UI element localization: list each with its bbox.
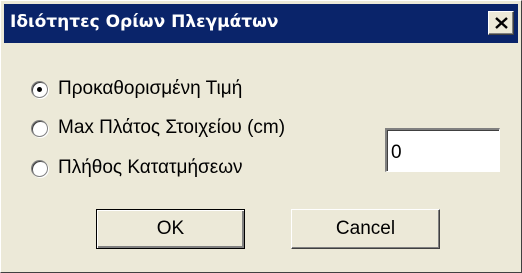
close-button[interactable]	[488, 11, 514, 35]
radio-option-default-value[interactable]: Προκαθορισμένη Τιμή	[31, 76, 242, 102]
title-bar[interactable]: Ιδιότητες Ορίων Πλεγμάτων	[4, 4, 518, 43]
cancel-button[interactable]: Cancel	[291, 209, 440, 249]
ok-button[interactable]: OK	[96, 209, 245, 249]
value-input[interactable]	[385, 128, 500, 172]
radio-button[interactable]	[31, 119, 48, 137]
radio-selected-dot	[37, 86, 42, 92]
radio-label: Max Πλάτος Στοιχείου (cm)	[58, 117, 286, 138]
window-title: Ιδιότητες Ορίων Πλεγμάτων	[10, 12, 279, 32]
radio-option-number-of-divisions[interactable]: Πλήθος Κατατμήσεων	[31, 155, 243, 181]
radio-option-max-element-width[interactable]: Max Πλάτος Στοιχείου (cm)	[31, 115, 285, 141]
close-icon	[495, 17, 508, 29]
radio-button[interactable]	[31, 159, 48, 177]
radio-button[interactable]	[31, 80, 48, 98]
radio-label: Πλήθος Κατατμήσεων	[58, 157, 243, 178]
dialog-window: Ιδιότητες Ορίων Πλεγμάτων Προκαθορισμένη…	[0, 0, 522, 273]
radio-label: Προκαθορισμένη Τιμή	[58, 78, 243, 99]
